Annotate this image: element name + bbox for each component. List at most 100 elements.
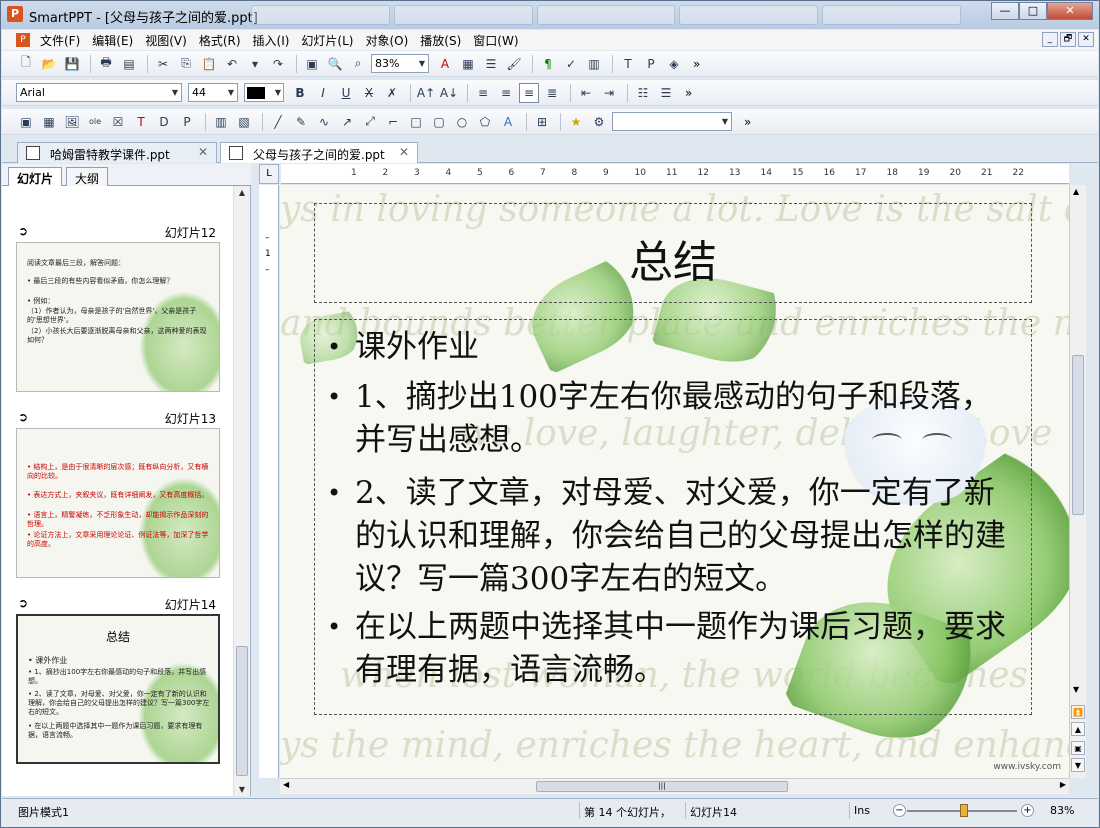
- template-icon[interactable]: T: [618, 54, 638, 74]
- minimize-button[interactable]: —: [991, 2, 1019, 20]
- open-icon[interactable]: 📂: [39, 54, 59, 74]
- font-name-select[interactable]: Arial ▼: [16, 83, 182, 102]
- more-tools-icon[interactable]: »: [744, 115, 751, 129]
- maximize-button[interactable]: □: [1019, 2, 1047, 20]
- slide-frame-icon[interactable]: ▥: [211, 112, 231, 132]
- picture-icon[interactable]: 🖼: [62, 112, 82, 132]
- content-placeholder[interactable]: • 课外作业 • 1、摘抄出100字左右你最感动的句子和段落，并写出感想。 • …: [314, 319, 1032, 715]
- align-center-icon[interactable]: ≡: [519, 82, 539, 103]
- scroll-down-icon[interactable]: ▼: [1073, 685, 1079, 694]
- title-placeholder[interactable]: 总结: [314, 203, 1032, 303]
- slide-view-icon[interactable]: ▣: [1071, 741, 1085, 755]
- pane-splitter[interactable]: [251, 164, 259, 796]
- wordart-icon[interactable]: A: [498, 112, 518, 132]
- close-icon[interactable]: ✕: [399, 145, 409, 159]
- layout-icon[interactable]: ▣: [16, 112, 36, 132]
- mdi-close-button[interactable]: ✕: [1078, 32, 1094, 47]
- horizontal-ruler[interactable]: 1 2 3 4 5 6 7 8 9 10 11 12 13 14 15 16 17 18 19 20 21 22: [281, 164, 1069, 184]
- redo-icon[interactable]: ↷: [268, 54, 288, 74]
- image-icon[interactable]: ▦: [458, 54, 478, 74]
- pdf-icon[interactable]: ▤: [119, 54, 139, 74]
- scroll-thumb[interactable]: |||: [536, 781, 788, 792]
- slide-thumbnail-14[interactable]: 总结 • 课外作业 • 1、摘抄出100字左右你最感动的句子和段落，并写出感想。…: [16, 614, 220, 764]
- align-left-icon[interactable]: ≡: [473, 83, 493, 103]
- grow-font-icon[interactable]: A↑: [416, 83, 436, 103]
- save-icon[interactable]: 💾: [62, 54, 82, 74]
- menu-format[interactable]: 格式(R): [193, 32, 247, 49]
- star-icon[interactable]: ★: [566, 112, 586, 132]
- list-icon[interactable]: ☰: [481, 54, 501, 74]
- slide-transition-icon[interactable]: ▧: [234, 112, 254, 132]
- menu-view[interactable]: 视图(V): [139, 32, 193, 49]
- document-icon[interactable]: P: [16, 33, 30, 47]
- close-button[interactable]: ✕: [1047, 2, 1093, 20]
- zoom-in-icon[interactable]: +: [1021, 804, 1034, 817]
- tab-slides[interactable]: 幻灯片: [8, 167, 63, 186]
- table-icon[interactable]: ▦: [39, 112, 59, 132]
- more-tools-icon[interactable]: »: [685, 86, 692, 100]
- font-color-select[interactable]: ▼: [244, 83, 284, 102]
- slide-canvas[interactable]: ys in loving someone a lot. Love is the …: [280, 185, 1069, 778]
- zoom-icon[interactable]: 🔍: [325, 54, 345, 74]
- scroll-thumb[interactable]: [236, 646, 248, 776]
- slide-thumbnail-12[interactable]: 阅读文章最后三段，解答问题： • 最后三段的有些内容看似矛盾，你怎么理解？ • …: [16, 242, 220, 392]
- textbox-icon[interactable]: ☒: [108, 112, 128, 132]
- menu-slide[interactable]: 幻灯片(L): [295, 32, 359, 49]
- slide-horizontal-scrollbar[interactable]: ◀ ||| ▶: [280, 778, 1069, 794]
- first-slide-icon[interactable]: ⏫: [1071, 705, 1085, 719]
- menu-object[interactable]: 对象(O): [359, 32, 414, 49]
- line-icon[interactable]: ╱: [268, 112, 288, 132]
- thumbnail-scrollbar[interactable]: ▲ ▼: [233, 186, 250, 796]
- layers-icon[interactable]: ◈: [664, 54, 684, 74]
- new-icon[interactable]: 🗋: [16, 54, 36, 74]
- undo-dropdown-icon[interactable]: ▾: [245, 54, 265, 74]
- spellcheck-icon[interactable]: ✓: [561, 54, 581, 74]
- scroll-thumb[interactable]: [1072, 355, 1084, 515]
- more-tools-icon[interactable]: »: [693, 57, 700, 71]
- tab-parents-love[interactable]: 父母与孩子之间的爱.ppt ✕: [220, 142, 418, 163]
- underline-icon[interactable]: U: [336, 83, 356, 103]
- tab-hamlet[interactable]: 哈姆雷特教学课件.ppt ✕: [17, 142, 217, 163]
- text-color-icon[interactable]: A: [435, 54, 455, 74]
- scroll-left-icon[interactable]: ◀: [283, 780, 289, 789]
- rounded-rect-icon[interactable]: ▢: [429, 112, 449, 132]
- vertical-ruler[interactable]: – 1 –: [259, 185, 279, 778]
- strikethrough-icon[interactable]: X: [359, 83, 379, 103]
- properties-icon[interactable]: P: [641, 54, 661, 74]
- menu-edit[interactable]: 编辑(E): [86, 32, 139, 49]
- numbered-list-icon[interactable]: ☰: [656, 83, 676, 103]
- shrink-font-icon[interactable]: A↓: [439, 83, 459, 103]
- effects-icon[interactable]: ⚙: [589, 112, 609, 132]
- italic-icon[interactable]: I: [313, 83, 333, 103]
- actual-size-icon[interactable]: ▣: [302, 54, 322, 74]
- menu-window[interactable]: 窗口(W): [467, 32, 524, 49]
- tab-stop-selector[interactable]: L: [259, 164, 279, 184]
- print-icon[interactable]: 🖶: [96, 54, 116, 74]
- curve-icon[interactable]: ∿: [314, 112, 334, 132]
- text-frame-icon[interactable]: T: [131, 112, 151, 132]
- chart-icon[interactable]: ▥: [584, 54, 604, 74]
- menu-play[interactable]: 播放(S): [414, 32, 467, 49]
- bullet-list-icon[interactable]: ☷: [633, 83, 653, 103]
- ellipse-icon[interactable]: ○: [452, 112, 472, 132]
- zoom-out-icon[interactable]: −: [893, 804, 906, 817]
- mdi-minimize-button[interactable]: _: [1042, 32, 1058, 47]
- previous-slide-icon[interactable]: ▲: [1071, 722, 1085, 736]
- menu-insert[interactable]: 插入(I): [247, 32, 296, 49]
- format-painter-icon[interactable]: 🖌: [504, 54, 524, 74]
- scroll-down-icon[interactable]: ▼: [234, 785, 250, 794]
- mdi-restore-button[interactable]: 🗗: [1060, 32, 1076, 47]
- zoom-slider-handle[interactable]: [960, 804, 968, 817]
- shapes-icon[interactable]: ⬠: [475, 112, 495, 132]
- slide-thumbnail-13[interactable]: • 结构上，是由于很清晰的层次感；既有纵向分析，又有横向的比较。 • 表达方式上…: [16, 428, 220, 578]
- group-icon[interactable]: ⊞: [532, 112, 552, 132]
- elbow-connector-icon[interactable]: ⌐: [383, 112, 403, 132]
- paragraph-mark-icon[interactable]: ¶: [538, 54, 558, 74]
- menu-file[interactable]: 文件(F): [34, 32, 86, 49]
- align-right-icon[interactable]: ≡: [496, 83, 516, 103]
- arrow-icon[interactable]: ↗: [337, 112, 357, 132]
- undo-icon[interactable]: ↶: [222, 54, 242, 74]
- rectangle-icon[interactable]: □: [406, 112, 426, 132]
- next-slide-icon[interactable]: ▼: [1071, 758, 1085, 772]
- justify-icon[interactable]: ≣: [542, 83, 562, 103]
